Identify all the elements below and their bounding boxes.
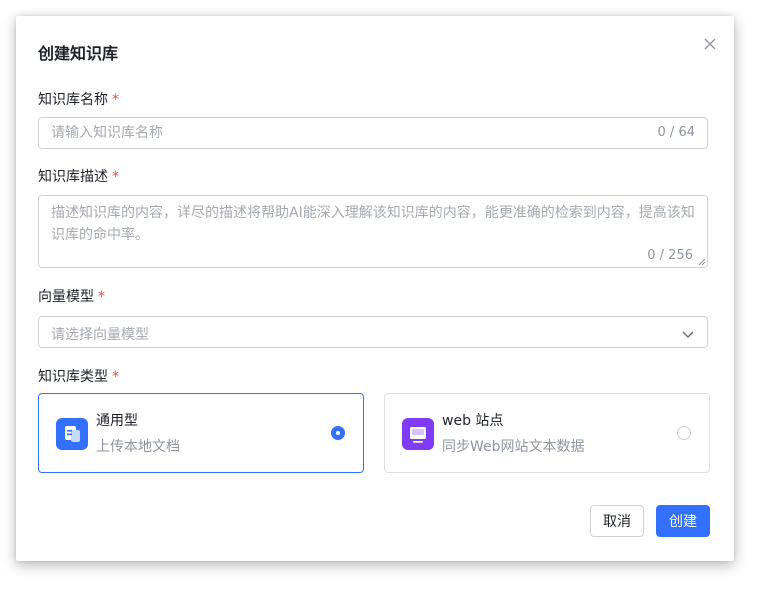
type-option-web-description: 同步Web网站文本数据: [442, 436, 585, 456]
description-field-label: 知识库描述*: [38, 166, 119, 186]
name-input[interactable]: [39, 118, 707, 148]
description-textarea[interactable]: [39, 196, 707, 267]
type-option-general-radio[interactable]: [331, 426, 345, 440]
required-mark: *: [112, 369, 119, 385]
required-mark: *: [112, 92, 119, 108]
description-input-wrapper[interactable]: 0 / 256: [38, 195, 708, 268]
type-option-general-name: 通用型: [96, 410, 138, 430]
name-input-wrapper[interactable]: 0 / 64: [38, 117, 708, 149]
name-field-label: 知识库名称*: [38, 89, 119, 109]
type-option-web-radio[interactable]: [677, 426, 691, 440]
model-field-label: 向量模型*: [38, 286, 105, 306]
resize-handle-icon[interactable]: [698, 258, 706, 266]
web-site-icon: [402, 418, 434, 450]
chevron-down-icon: [681, 327, 695, 341]
type-option-web[interactable]: web 站点 同步Web网站文本数据: [384, 393, 710, 473]
create-knowledge-base-dialog: 创建知识库 知识库名称* 0 / 64 知识库描述* 0 / 256 向量模型*…: [16, 16, 734, 561]
description-char-counter: 0 / 256: [647, 248, 693, 263]
dialog-title: 创建知识库: [38, 40, 118, 64]
model-select[interactable]: 请选择向量模型: [38, 316, 708, 348]
required-mark: *: [112, 169, 119, 185]
close-icon[interactable]: [702, 36, 718, 52]
create-button[interactable]: 创建: [656, 505, 710, 537]
document-icon: [56, 418, 88, 450]
name-char-counter: 0 / 64: [658, 125, 695, 140]
type-field-label: 知识库类型*: [38, 366, 119, 386]
type-option-web-name: web 站点: [442, 410, 503, 430]
cancel-button[interactable]: 取消: [590, 505, 644, 537]
model-select-placeholder: 请选择向量模型: [51, 324, 149, 344]
type-option-general-description: 上传本地文档: [96, 436, 180, 456]
type-option-general[interactable]: 通用型 上传本地文档: [38, 393, 364, 473]
required-mark: *: [98, 289, 105, 305]
